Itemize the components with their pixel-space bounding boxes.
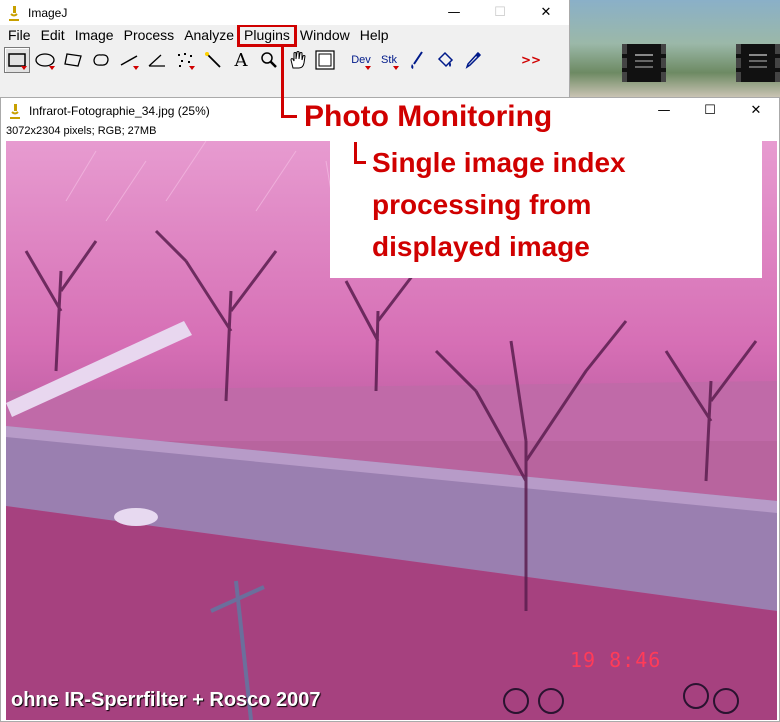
menubar: File Edit Image Process Analyze Plugins … <box>0 24 569 47</box>
annotation-line-2: processing from <box>372 189 592 220</box>
line-tool-icon[interactable] <box>116 47 142 73</box>
photo-caption: ohne IR-Sperrfilter + Rosco 2007 <box>11 689 321 711</box>
menu-plugins[interactable]: Plugins <box>237 24 297 47</box>
flood-fill-tool-icon[interactable] <box>432 47 458 73</box>
angle-tool-icon[interactable] <box>144 47 170 73</box>
annotation-connector-foot <box>281 115 297 118</box>
close-button[interactable]: ✕ <box>523 0 569 25</box>
menu-analyze[interactable]: Analyze <box>179 26 239 45</box>
annotation-box: Single image index processing from displ… <box>330 138 762 278</box>
image-close-button[interactable]: ✕ <box>733 98 779 123</box>
hand-tool-icon[interactable] <box>284 47 310 73</box>
rectangle-tool-icon[interactable] <box>4 47 30 73</box>
annotation-hook <box>354 142 366 164</box>
image-title: Infrarot-Fotographie_34.jpg (25%) <box>29 103 210 118</box>
wand-tool-icon[interactable] <box>200 47 226 73</box>
pipette-tool-icon[interactable] <box>460 47 486 73</box>
annotation-line-1: Single image index <box>372 147 626 178</box>
maximize-button[interactable]: ☐ <box>477 0 523 25</box>
photo-timestamp: 19 8:46 <box>570 648 662 672</box>
annotation-line-3: displayed image <box>372 231 590 262</box>
menu-window[interactable]: Window <box>295 26 355 45</box>
annotation-connector <box>281 44 284 118</box>
menu-image[interactable]: Image <box>70 26 119 45</box>
image-maximize-button[interactable]: ☐ <box>687 98 733 123</box>
main-titlebar[interactable]: ImageJ — ☐ ✕ <box>0 0 569 25</box>
dev-label: Dev <box>351 54 371 66</box>
color-picker-icon[interactable] <box>312 47 338 73</box>
brush-tool-icon[interactable] <box>404 47 430 73</box>
menu-file[interactable]: File <box>3 26 36 45</box>
more-tools-label: >> <box>520 53 542 67</box>
multipoint-tool-icon[interactable] <box>172 47 198 73</box>
annotation-subtitle: Single image index processing from displ… <box>372 142 732 268</box>
freehand-tool-icon[interactable] <box>88 47 114 73</box>
desktop-background <box>570 0 780 97</box>
window-title: ImageJ <box>28 5 68 20</box>
minimize-button[interactable]: — <box>431 0 477 25</box>
annotation-title: Photo Monitoring <box>298 98 559 136</box>
oval-tool-icon[interactable] <box>32 47 58 73</box>
image-minimize-button[interactable]: — <box>641 98 687 123</box>
developer-menu-button[interactable]: Dev <box>348 47 374 73</box>
desktop-video-thumbnail[interactable] <box>622 44 666 82</box>
toolbar: A Dev Stk >> <box>0 46 569 74</box>
magnifier-tool-icon[interactable] <box>256 47 282 73</box>
polygon-tool-icon[interactable] <box>60 47 86 73</box>
menu-edit[interactable]: Edit <box>36 26 70 45</box>
stk-label: Stk <box>381 54 397 66</box>
more-tools-button[interactable]: >> <box>518 47 544 73</box>
microscope-icon <box>6 5 22 21</box>
imagej-main-window: ImageJ — ☐ ✕ File Edit Image Process Ana… <box>0 0 570 97</box>
microscope-icon <box>7 103 23 119</box>
stack-menu-button[interactable]: Stk <box>376 47 402 73</box>
menu-process[interactable]: Process <box>119 26 180 45</box>
menu-help[interactable]: Help <box>355 26 394 45</box>
text-tool-icon[interactable]: A <box>228 47 254 73</box>
desktop-video-thumbnail[interactable] <box>736 44 780 82</box>
